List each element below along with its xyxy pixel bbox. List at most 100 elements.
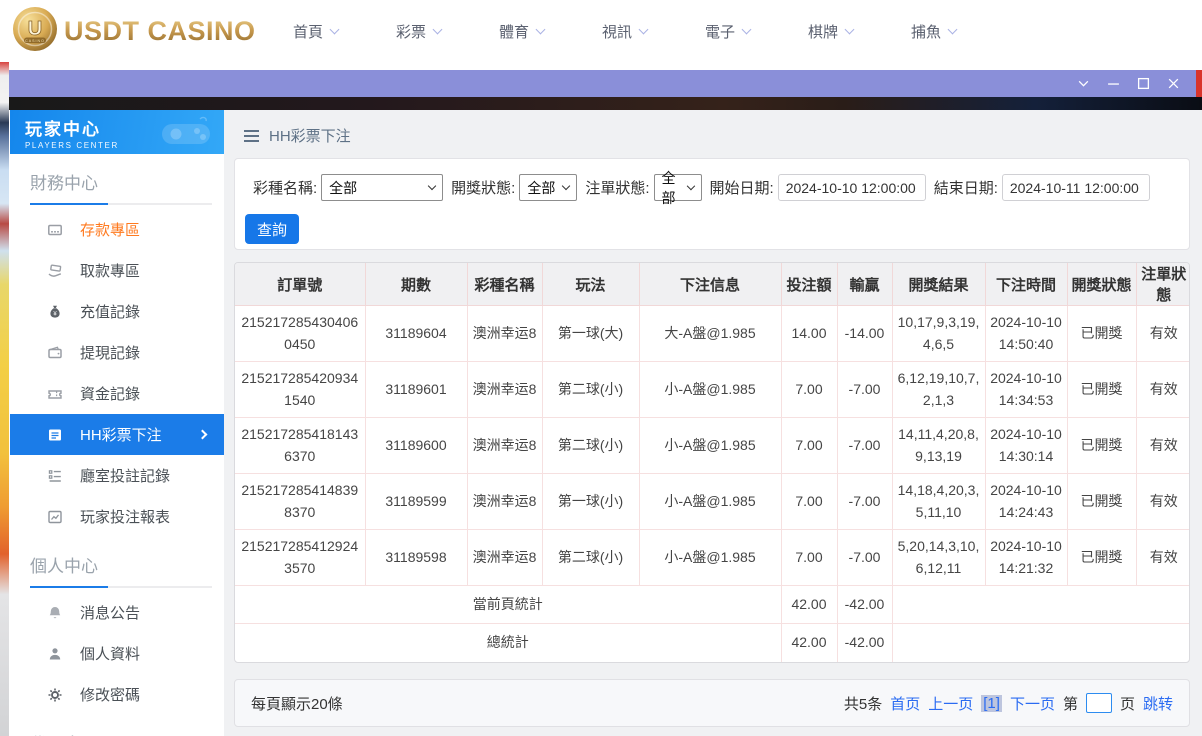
sidebar-menu: 財務中心 存款專區 取款專區 ¥ 充值記錄 提現記錄 資金記錄 HH彩票下注 廳室投註記錄 玩家投…: [10, 169, 224, 736]
nav-item-電子[interactable]: 電子: [676, 21, 779, 42]
window-minimize-button[interactable]: [1098, 70, 1128, 97]
chevron-down-icon: [427, 181, 437, 191]
sidebar-item-存款專區[interactable]: 存款專區: [10, 209, 224, 250]
jump-prefix: 第: [1062, 695, 1078, 713]
menu-toggle-icon[interactable]: [244, 129, 259, 142]
cell: 小-A盤@1.985: [638, 473, 781, 530]
cell: 14,18,4,20,3,5,11,10: [891, 473, 985, 530]
nav-item-棋牌[interactable]: 棋牌: [779, 21, 882, 42]
first-page-link[interactable]: 首页: [890, 693, 920, 714]
wallet-icon: [47, 345, 63, 361]
cell: 2152172854209341540: [235, 361, 365, 418]
window-close-button[interactable]: [1158, 70, 1188, 97]
start-date-label: 開始日期:: [709, 180, 774, 197]
window-titlebar[interactable]: [9, 70, 1202, 97]
cell: 2024-10-10 14:50:40: [984, 305, 1067, 362]
sidebar-item-label: 廳室投註記錄: [80, 468, 171, 485]
section-underline: [30, 586, 212, 588]
sidebar-item-HH彩票下注[interactable]: HH彩票下注: [10, 414, 224, 455]
column-header: 玩法: [541, 263, 639, 306]
cell: 14,11,4,20,8,9,13,19: [891, 417, 985, 474]
nav-item-捕魚[interactable]: 捕魚: [882, 21, 985, 42]
search-button[interactable]: 查詢: [245, 214, 299, 244]
nav-item-首頁[interactable]: 首頁: [264, 21, 367, 42]
page-jump-input[interactable]: [1085, 693, 1112, 713]
sidebar-item-資金記錄[interactable]: 資金記錄: [10, 373, 224, 414]
jump-action-link[interactable]: 跳转: [1143, 693, 1173, 714]
clipboard-icon: [47, 468, 63, 484]
desktop-edge: [1196, 70, 1202, 97]
pagination-bar: 每頁顯示20條 共5条 首页 上一页 [1] 下一页 第 页 跳转: [234, 679, 1190, 727]
moneybag-icon: ¥: [47, 304, 63, 320]
draw-status-select[interactable]: 全部: [519, 174, 578, 201]
bets-table-card: 訂單號 期數 彩種名稱 玩法 下注信息 投注額 輸贏 開獎結果 下注時間 開獎狀態 注單狀態 215…: [234, 262, 1190, 663]
nav-item-label: 體育: [498, 23, 529, 41]
report-icon: [47, 509, 63, 525]
sidebar-item-label: 資金記錄: [80, 386, 141, 403]
next-page-link[interactable]: 下一页: [1010, 693, 1055, 714]
desktop-background-strip: [0, 62, 9, 736]
current-page[interactable]: [1]: [981, 694, 1002, 712]
cell: 7.00: [780, 417, 837, 474]
cell: 有效: [1135, 473, 1189, 530]
window-collapse-button[interactable]: [1068, 70, 1098, 97]
brand-logo[interactable]: U CASINO USDT CASINO: [12, 6, 264, 57]
brand-name: USDT CASINO: [64, 15, 256, 46]
cell: 澳洲幸运8: [466, 473, 542, 530]
summary-bet-total: 42.00: [780, 623, 837, 662]
svg-text:U: U: [28, 18, 42, 40]
sidebar-item-label: 提現記錄: [80, 345, 141, 362]
cell: 大-A盤@1.985: [638, 305, 781, 362]
chevron-down-icon: [562, 181, 571, 191]
column-header: 訂單號: [235, 263, 365, 306]
sidebar-section-label: 個人中心: [30, 557, 98, 576]
sidebar-header: 玩家中心 PLAYERS CENTER: [10, 110, 224, 154]
summary-winloss-total: -42.00: [836, 585, 892, 624]
start-date-input[interactable]: 2024-10-10 12:00:00: [777, 174, 926, 201]
gear-icon: [47, 687, 63, 703]
chevron-down-icon: [535, 24, 546, 34]
column-header: 注單狀態: [1135, 263, 1189, 306]
summary-row: 當前頁統計 42.00 -42.00: [235, 585, 1189, 624]
table-row: 2152172854181436370 31189600 澳洲幸运8 第二球(小) 小-…: [235, 417, 1189, 474]
cell: 已開獎: [1066, 473, 1136, 530]
table-row: 2152172854209341540 31189601 澳洲幸运8 第二球(小) 小-…: [235, 361, 1189, 418]
sidebar-item-玩家投注報表[interactable]: 玩家投注報表: [10, 496, 224, 537]
nav-item-體育[interactable]: 體育: [470, 21, 573, 42]
window-maximize-button[interactable]: [1128, 70, 1158, 97]
summary-label: 當前頁統計: [235, 585, 781, 624]
top-nav: 首頁 彩票 體育 視訊 電子 棋牌 捕魚: [264, 21, 985, 42]
chevron-down-icon: [638, 24, 649, 34]
cell: 7.00: [780, 529, 837, 586]
prev-page-link[interactable]: 上一页: [928, 693, 973, 714]
cell: 6,12,19,10,7,2,1,3: [891, 361, 985, 418]
summary-row: 總統計 42.00 -42.00: [235, 623, 1189, 662]
sidebar-item-消息公告[interactable]: 消息公告: [10, 592, 224, 633]
ticket-icon: [47, 386, 63, 402]
withdraw-hand-icon: [47, 263, 63, 279]
nav-item-label: 棋牌: [807, 23, 838, 41]
sidebar-item-充值記錄[interactable]: ¥ 充值記錄: [10, 291, 224, 332]
sidebar-section-label: 代理中心: [30, 730, 224, 736]
sidebar-item-label: HH彩票下注: [80, 427, 162, 444]
table-body: 2152172854304060450 31189604 澳洲幸运8 第一球(大) 大-…: [235, 305, 1189, 662]
cell: 2152172854129243570: [235, 529, 365, 586]
sidebar-item-修改密碼[interactable]: 修改密碼: [10, 674, 224, 715]
sidebar-item-取款專區[interactable]: 取款專區: [10, 250, 224, 291]
nav-item-視訊[interactable]: 視訊: [573, 21, 676, 42]
lottery-name-select[interactable]: 全部: [321, 174, 444, 201]
order-status-select[interactable]: 全部: [653, 170, 702, 206]
sidebar-item-label: 個人資料: [80, 646, 141, 663]
cell: 10,17,9,3,19,4,6,5: [891, 305, 985, 362]
sidebar-item-個人資料[interactable]: 個人資料: [10, 633, 224, 674]
bell-icon: [47, 605, 63, 621]
cell: 14.00: [780, 305, 837, 362]
nav-item-彩票[interactable]: 彩票: [367, 21, 470, 42]
sidebar-item-提現記錄[interactable]: 提現記錄: [10, 332, 224, 373]
column-header: 下注時間: [984, 263, 1067, 306]
summary-winloss-total: -42.00: [836, 623, 892, 662]
cell: 第二球(小): [541, 529, 639, 586]
sidebar-item-廳室投註記錄[interactable]: 廳室投註記錄: [10, 455, 224, 496]
end-date-input[interactable]: 2024-10-11 12:00:00: [1001, 174, 1150, 201]
cell: 31189599: [364, 473, 467, 530]
